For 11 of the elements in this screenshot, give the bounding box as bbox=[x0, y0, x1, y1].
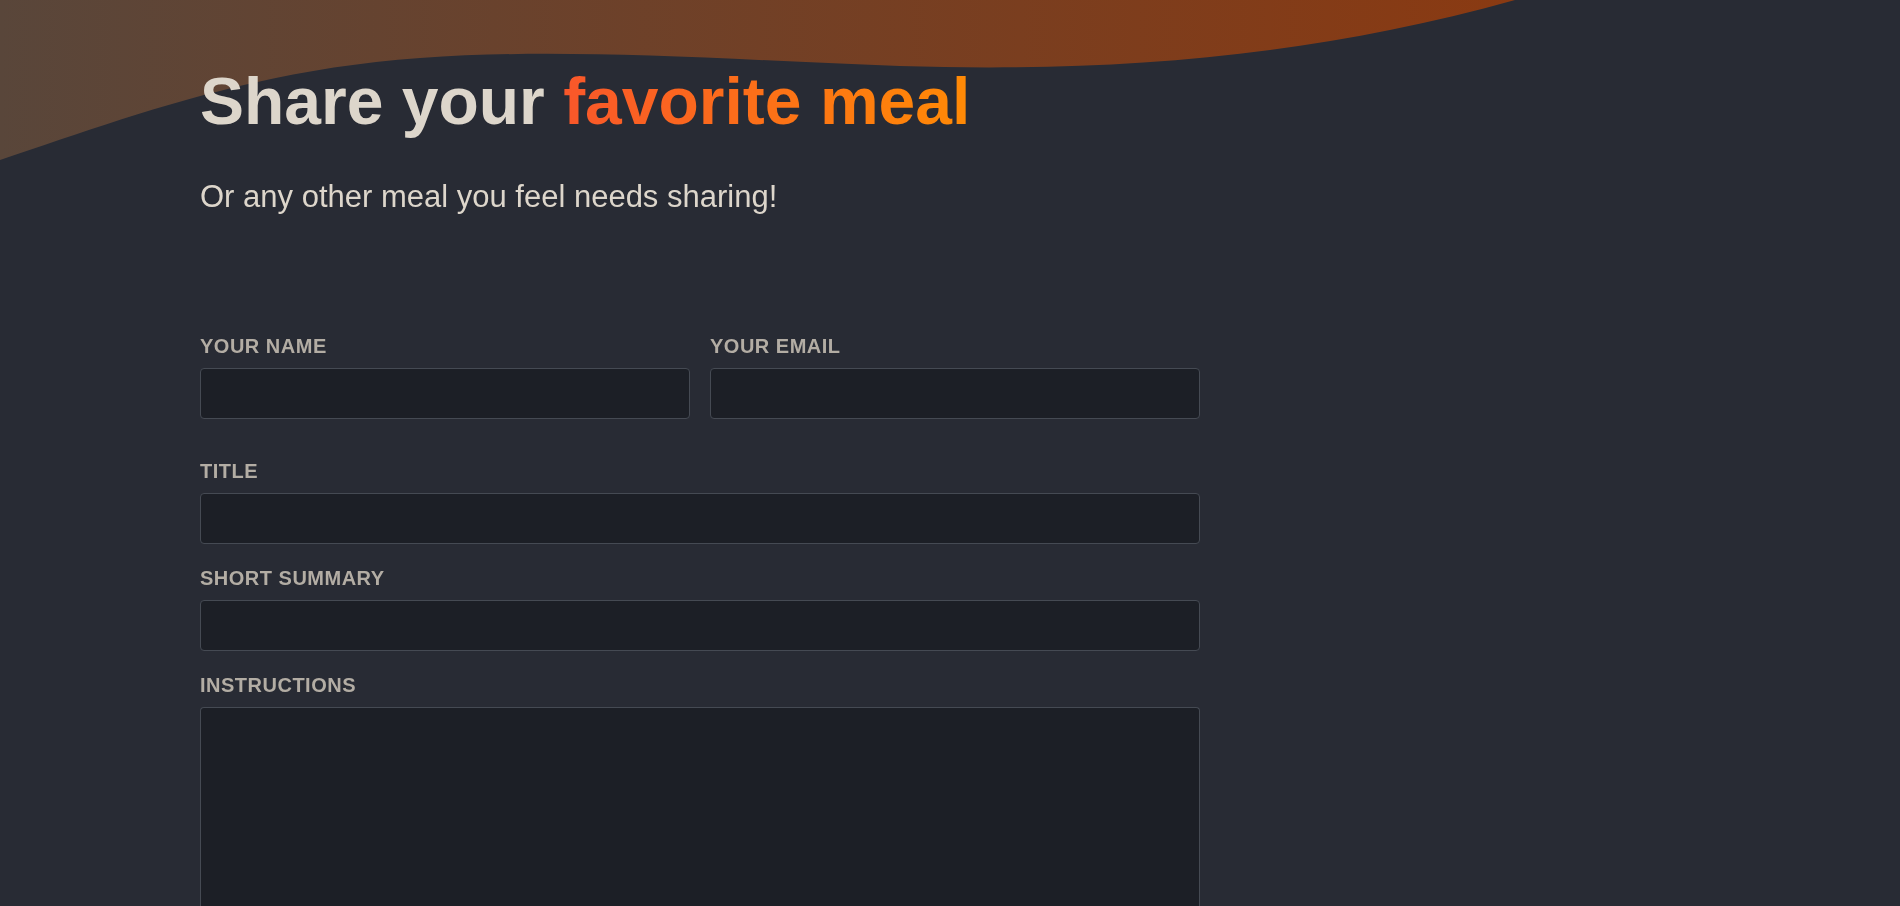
field-label: YOUR EMAIL bbox=[710, 334, 841, 358]
field-label: TITLE bbox=[200, 459, 259, 483]
field-label: YOUR NAME bbox=[200, 334, 327, 358]
page-subtitle: Or any other meal you feel needs sharing! bbox=[200, 181, 778, 212]
field-label: SHORT SUMMARY bbox=[200, 566, 385, 590]
input-field[interactable] bbox=[200, 368, 690, 419]
field-label: INSTRUCTIONS bbox=[200, 673, 356, 697]
text-area-field[interactable] bbox=[200, 707, 1200, 906]
input-field[interactable] bbox=[710, 368, 1200, 419]
input-field[interactable] bbox=[200, 600, 1200, 651]
input-field[interactable] bbox=[200, 493, 1200, 544]
